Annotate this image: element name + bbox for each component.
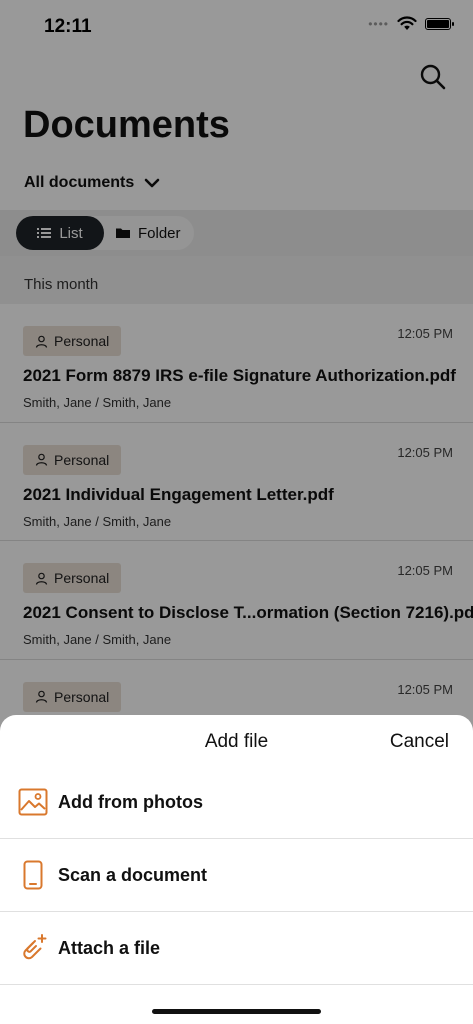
cancel-button[interactable]: Cancel — [390, 731, 449, 753]
add-from-photos-label: Add from photos — [58, 791, 203, 812]
add-from-photos-button[interactable]: Add from photos — [0, 766, 473, 839]
scan-document-button[interactable]: Scan a document — [0, 839, 473, 912]
paperclip-icon — [17, 932, 49, 964]
image-icon — [17, 786, 49, 818]
attach-file-label: Attach a file — [58, 937, 161, 958]
home-indicator[interactable] — [152, 1009, 321, 1014]
app-screen: 12:11 •••• Documents All documents List … — [0, 0, 473, 1024]
phone-icon — [17, 859, 49, 891]
scan-document-label: Scan a document — [58, 864, 208, 885]
add-file-sheet: Add file Cancel Add from photos Scan a d… — [0, 715, 473, 1024]
attach-file-button[interactable]: Attach a file — [0, 912, 473, 985]
